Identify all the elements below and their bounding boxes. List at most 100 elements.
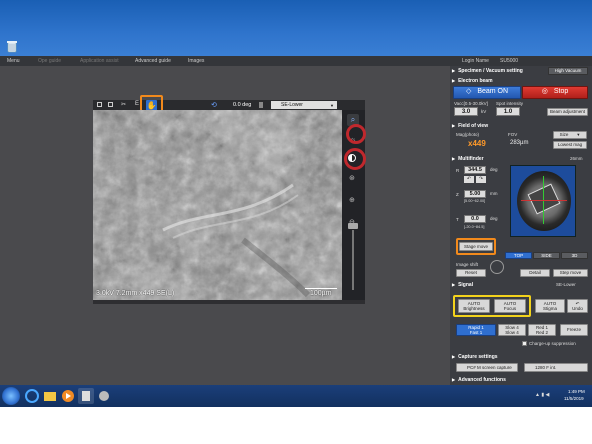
reset-button[interactable]: Reset xyxy=(456,269,486,277)
zoom-slider[interactable] xyxy=(352,230,354,290)
tab-side[interactable]: SIDE xyxy=(533,252,560,259)
app-assist-tab[interactable]: Application assist xyxy=(80,58,119,64)
collapse-icon: ▶ xyxy=(452,156,456,161)
stage-crosshair-h xyxy=(521,200,567,201)
menu-button[interactable]: Menu xyxy=(7,58,20,64)
freeze-button[interactable]: Freeze xyxy=(560,324,588,336)
image-tool-icon[interactable] xyxy=(97,102,102,107)
crosshair-icon[interactable] xyxy=(490,260,504,274)
rotation-value[interactable]: 0.0 deg xyxy=(233,102,251,108)
specimen-vacuum-title: Specimen / Vacuum setting xyxy=(458,68,523,74)
fov-label: FOV xyxy=(508,132,518,137)
scan-slow-button[interactable]: Slow 4 Slow 4 xyxy=(498,324,526,336)
scan-reduced-button[interactable]: Red 1 Red 2 xyxy=(528,324,556,336)
capture-mode-select[interactable]: PC# M screen capture xyxy=(456,363,518,372)
rotation-stepper[interactable] xyxy=(259,102,263,108)
capture-settings-header[interactable]: ▶ Capture settings xyxy=(452,354,590,362)
stop-label: Stop xyxy=(553,88,569,96)
tool-icon[interactable] xyxy=(96,388,112,404)
tab-side-label: SIDE xyxy=(541,252,552,258)
zoom-slider-thumb[interactable] xyxy=(348,223,358,229)
detail-button[interactable]: Detail xyxy=(520,269,550,277)
beam-icon: ◇ xyxy=(465,88,472,96)
desktop-background xyxy=(0,0,592,56)
scan-slow-label-2: Slow 4 xyxy=(505,330,519,335)
advanced-guide-tab[interactable]: Advanced guide xyxy=(135,58,171,64)
display-tool-icon[interactable] xyxy=(108,102,113,107)
charge-up-checkbox[interactable] xyxy=(522,341,527,346)
images-tab[interactable]: Images xyxy=(188,58,204,64)
advanced-functions-title: Advanced functions xyxy=(458,377,506,383)
tab-3d-label: 3D xyxy=(571,252,578,258)
undo-label: Undo xyxy=(572,306,583,311)
r-axis-label: R xyxy=(456,168,460,173)
r-unit: deg xyxy=(490,167,498,172)
tray-time: 1:49 PM xyxy=(568,389,585,394)
t-input[interactable]: 0.0 xyxy=(464,215,486,223)
size-select[interactable]: Size ▼ xyxy=(553,131,587,139)
tab-top[interactable]: TOP xyxy=(505,252,532,259)
lowest-mag-button[interactable]: Lowest mag xyxy=(553,141,587,149)
scissors-icon[interactable]: ✂ xyxy=(121,101,126,108)
recycle-bin-icon[interactable] xyxy=(6,40,18,53)
control-panel: ▶ Specimen / Vacuum setting High Vacuum ▶… xyxy=(450,66,592,385)
scalebar-label: 100µm xyxy=(310,290,332,297)
vacc-unit: kV xyxy=(481,109,487,114)
contrast-highlight xyxy=(344,148,366,170)
field-of-view-title: Field of view xyxy=(458,123,489,129)
tray-date: 11/5/2019 xyxy=(564,396,584,401)
advanced-functions-header[interactable]: ▶ Advanced functions xyxy=(452,377,590,385)
sem-image[interactable]: 3.0kV 7.2mm x449 SE(L) 100µm xyxy=(93,110,342,300)
signal-detector: SE-Lower xyxy=(556,282,576,287)
tab-3d[interactable]: 3D xyxy=(561,252,588,259)
start-button[interactable] xyxy=(2,387,20,405)
beam-on-button[interactable]: ◇ Beam ON xyxy=(453,86,521,99)
explorer-icon[interactable] xyxy=(42,388,58,404)
ops-guide-tab[interactable]: Ope guide xyxy=(38,58,61,64)
collapse-icon: ▶ xyxy=(452,354,456,359)
field-of-view-header[interactable]: ▶ Field of view xyxy=(452,123,590,131)
vacuum-mode-button[interactable]: High Vacuum xyxy=(548,67,588,75)
magnify-plus-icon[interactable]: ⊕ xyxy=(349,196,355,204)
scan-red2-label: Red 2 xyxy=(535,330,548,335)
z-axis-label: Z xyxy=(456,192,459,197)
capture-res-select[interactable]: 1280 F int. xyxy=(524,363,588,372)
scan-rapid-button[interactable]: Rapid 1 Fast 1 xyxy=(456,324,496,336)
electron-beam-header[interactable]: ▶ Electron beam xyxy=(452,78,590,86)
detector-select[interactable]: SE-Lower ▼ xyxy=(271,101,337,109)
beam-adjust-button[interactable]: Beam adjustment xyxy=(547,108,588,116)
collapse-icon: ▶ xyxy=(452,282,456,287)
step-move-button[interactable]: Step move xyxy=(553,269,588,277)
rotate-cw-icon[interactable]: ↷ xyxy=(476,176,486,183)
ie-icon[interactable] xyxy=(24,388,40,404)
r-input[interactable]: 344.5 xyxy=(464,166,486,174)
multifinder-title: Multifinder xyxy=(458,156,484,162)
image-toolbar: ✂ E ⟲ 0.0 deg SE-Lower ▼ xyxy=(93,100,365,110)
stop-button[interactable]: ◎ Stop xyxy=(522,86,588,99)
media-icon[interactable] xyxy=(60,388,76,404)
multifinder-size: 26mm xyxy=(570,156,583,161)
collapse-icon: ▶ xyxy=(452,123,456,128)
collapse-icon: ▶ xyxy=(452,377,456,382)
mag-value[interactable]: x449 xyxy=(468,139,486,148)
capture-res-label: 1280 F int. xyxy=(535,364,557,370)
rotate-ccw-icon[interactable]: ↶ xyxy=(464,176,474,183)
spot-input[interactable]: 1.0 xyxy=(496,107,520,116)
undo-button[interactable]: ↶ Undo xyxy=(567,299,588,313)
page-background xyxy=(0,407,592,444)
detector-select-label: SE-Lower xyxy=(281,102,303,108)
rotate-icon[interactable]: ⟲ xyxy=(211,101,217,109)
stage-move-highlight xyxy=(456,238,496,255)
vacc-input[interactable]: 3.0 xyxy=(454,107,478,116)
sem-app-icon[interactable] xyxy=(78,388,94,404)
auto-stigma-button[interactable]: AUTO Stigma xyxy=(535,299,565,313)
dial-icon[interactable]: ⊛ xyxy=(349,174,355,182)
z-input[interactable]: 5.00 xyxy=(464,190,486,198)
stage-view[interactable] xyxy=(510,165,576,237)
brightness-highlight xyxy=(346,124,366,144)
size-select-label: Size xyxy=(559,132,569,138)
ruler-icon[interactable]: E xyxy=(135,101,139,107)
login-label: Login Name xyxy=(462,58,489,64)
tray-icons[interactable]: ▲ ▮ ◀ xyxy=(535,392,549,398)
fov-value: 283µm xyxy=(510,140,529,146)
